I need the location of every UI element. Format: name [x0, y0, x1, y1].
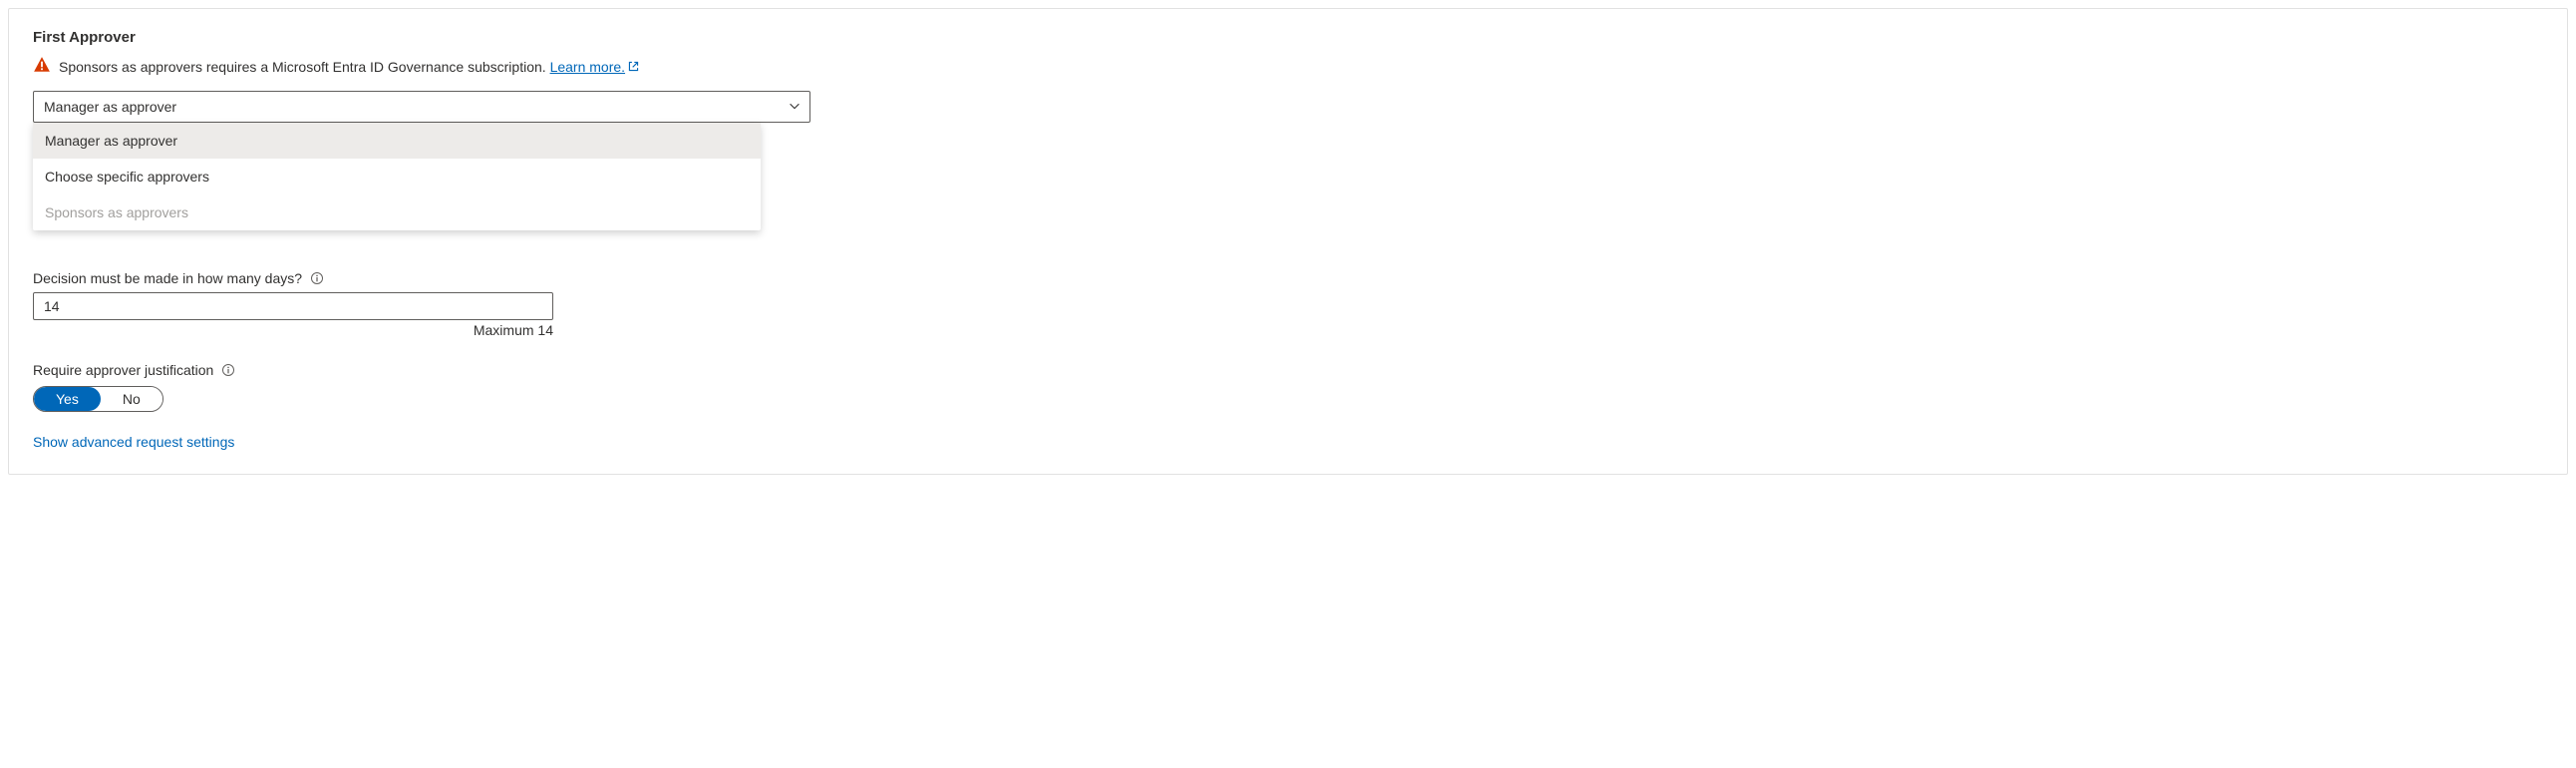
- chevron-down-icon: [788, 99, 802, 116]
- show-advanced-link[interactable]: Show advanced request settings: [33, 434, 234, 450]
- approver-dropdown-list: Manager as approver Choose specific appr…: [33, 123, 761, 230]
- justification-yes[interactable]: Yes: [34, 387, 101, 411]
- justification-label: Require approver justification: [33, 362, 213, 378]
- justification-section: Require approver justification Yes No: [33, 362, 2543, 412]
- justification-toggle: Yes No: [33, 386, 163, 412]
- justification-no[interactable]: No: [101, 387, 162, 411]
- warning-icon: [33, 56, 51, 77]
- external-link-icon: [627, 60, 640, 73]
- approver-select[interactable]: Manager as approver: [33, 91, 810, 123]
- first-approver-panel: First Approver Sponsors as approvers req…: [8, 8, 2568, 475]
- info-text-content: Sponsors as approvers requires a Microso…: [59, 59, 550, 75]
- justification-label-row: Require approver justification: [33, 362, 2543, 378]
- info-icon[interactable]: [221, 363, 235, 377]
- approver-option-sponsors: Sponsors as approvers: [33, 194, 761, 230]
- section-title: First Approver: [33, 29, 2543, 46]
- approver-option-specific[interactable]: Choose specific approvers: [33, 159, 761, 194]
- learn-more-link[interactable]: Learn more.: [550, 59, 640, 75]
- sponsors-info-text: Sponsors as approvers requires a Microso…: [59, 59, 640, 75]
- info-icon[interactable]: [310, 271, 324, 285]
- approver-select-value: Manager as approver: [44, 99, 176, 115]
- approver-option-manager[interactable]: Manager as approver: [33, 123, 761, 159]
- decision-days-input[interactable]: [33, 292, 553, 320]
- decision-days-helper: Maximum 14: [33, 322, 553, 338]
- approver-select-wrap: Manager as approver Manager as approver …: [33, 91, 810, 123]
- decision-days-label: Decision must be made in how many days?: [33, 270, 302, 286]
- sponsors-info-row: Sponsors as approvers requires a Microso…: [33, 56, 2543, 77]
- decision-days-label-row: Decision must be made in how many days?: [33, 270, 2543, 286]
- learn-more-label: Learn more.: [550, 59, 625, 75]
